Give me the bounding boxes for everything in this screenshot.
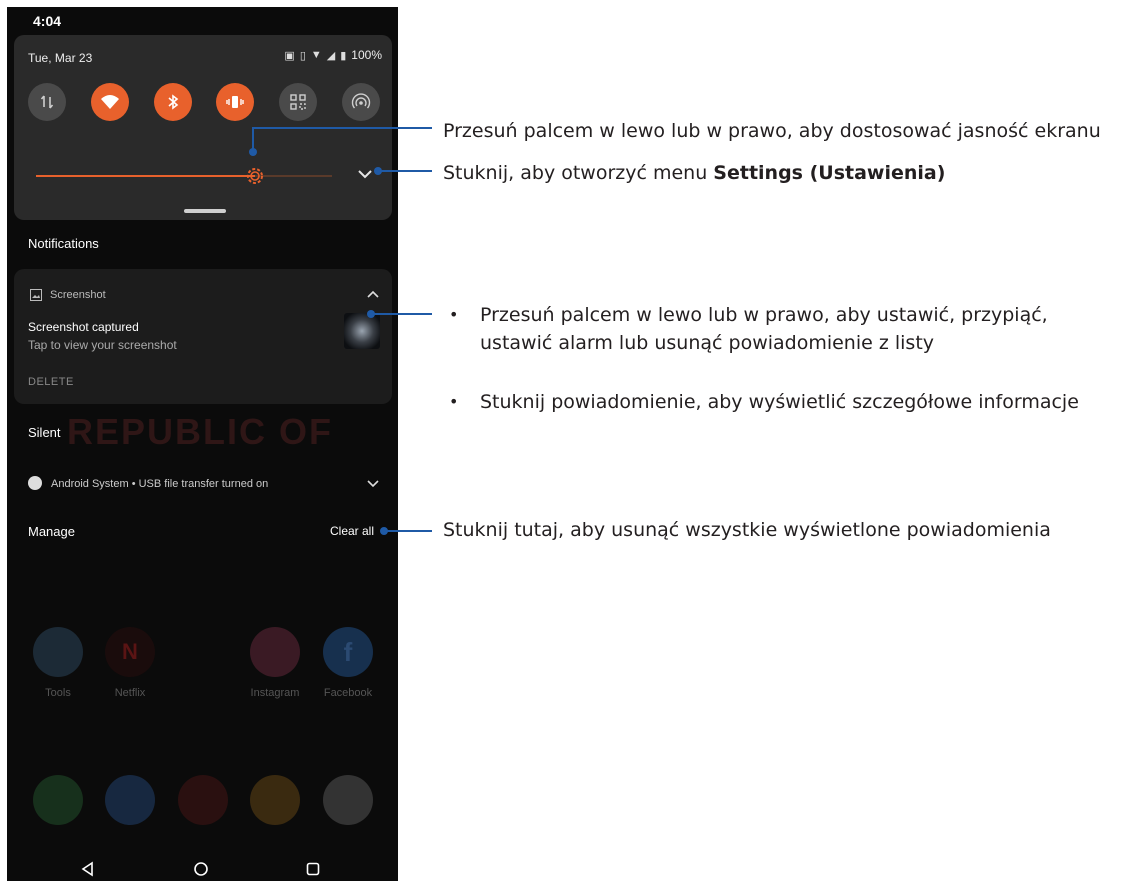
qs-tiles <box>28 83 380 121</box>
armoury-app-icon[interactable] <box>178 775 228 825</box>
wallpaper-text: REPUBLIC OF <box>67 411 334 452</box>
wifi-status-icon: ▼ <box>310 49 322 61</box>
tools-folder-icon[interactable] <box>33 627 83 677</box>
netflix-app-icon[interactable]: N <box>105 627 155 677</box>
callout-line-settings <box>378 170 432 172</box>
brightness-slider[interactable] <box>36 168 332 184</box>
callout-dot-brightness <box>249 148 257 156</box>
callout-dot-notification <box>367 310 375 318</box>
mobile-data-icon <box>40 95 54 109</box>
brightness-thumb[interactable] <box>244 165 266 187</box>
callout-settings-text: Stuknij, aby otworzyć menu <box>443 162 714 184</box>
chrome-app-icon[interactable] <box>250 775 300 825</box>
callout-settings: Stuknij, aby otworzyć menu Settings (Ust… <box>443 160 945 186</box>
phone-screen: 4:04 Tue, Mar 23 ▣ ▯ ▼ ◢ ▮ 100% Notifica… <box>7 7 398 881</box>
camera-app-icon[interactable] <box>323 775 373 825</box>
battery-icon: ▮ <box>340 49 347 62</box>
vibrate-icon <box>226 96 245 108</box>
bluetooth-icon <box>168 94 178 110</box>
vibrate-status-icon: ▯ <box>299 49 306 62</box>
screenshot-notification[interactable]: Screenshot Screenshot captured Tap to vi… <box>14 269 392 404</box>
expand-chevron-icon[interactable] <box>366 476 380 490</box>
delete-action-button[interactable]: DELETE <box>28 376 74 388</box>
callout-notif-tap: Stuknij powiadomienie, aby wyświetlić sz… <box>480 391 1079 413</box>
qr-scanner-icon <box>290 94 306 110</box>
wifi-icon <box>100 95 119 109</box>
silent-notification[interactable]: Android System • USB file transfer turne… <box>14 468 392 502</box>
notification-text: Tap to view your screenshot <box>28 338 177 352</box>
bluetooth-tile[interactable] <box>153 83 192 121</box>
app-label-netflix: Netflix <box>114 687 146 699</box>
instagram-app-icon[interactable] <box>250 627 300 677</box>
notification-app-row: Screenshot <box>30 289 106 301</box>
notification-title: Screenshot captured <box>28 320 139 334</box>
qs-date: Tue, Mar 23 <box>28 51 93 65</box>
facebook-app-icon[interactable]: f <box>323 627 373 677</box>
bullet-2: • <box>449 392 459 411</box>
nfc-icon: ▣ <box>284 49 295 62</box>
callout-line-brightness-h <box>252 127 432 129</box>
app-label-facebook: Facebook <box>323 687 373 699</box>
bullet-1: • <box>449 305 459 324</box>
callout-clear: Stuknij tutaj, aby usunąć wszystkie wyśw… <box>443 519 1051 541</box>
callout-brightness: Przesuń palcem w lewo lub w prawo, aby d… <box>443 120 1101 142</box>
silent-notification-text: Android System • USB file transfer turne… <box>51 478 269 490</box>
back-icon[interactable] <box>80 861 96 877</box>
collapse-chevron-icon[interactable] <box>366 287 380 301</box>
callout-line-notification <box>370 313 432 315</box>
vibrate-tile[interactable] <box>216 83 255 121</box>
callout-dot-clear <box>380 527 388 535</box>
callout-notif-swipe-2: ustawić alarm lub usunąć powiadomienie z… <box>480 332 935 354</box>
brightness-icon <box>247 168 264 184</box>
notifications-header: Notifications <box>28 236 99 251</box>
callout-settings-bold: Settings (Ustawienia) <box>713 162 946 184</box>
image-icon <box>30 289 42 301</box>
hotspot-tile[interactable] <box>341 83 380 121</box>
screenshot-thumbnail[interactable] <box>344 313 380 349</box>
home-icon[interactable] <box>193 861 209 877</box>
callout-line-clear <box>384 530 432 532</box>
recents-icon[interactable] <box>305 861 321 877</box>
status-time: 4:04 <box>33 13 62 29</box>
callout-notif-swipe-1: Przesuń palcem w lewo lub w prawo, aby u… <box>480 304 1048 326</box>
app-label-tools: Tools <box>45 687 71 699</box>
hotspot-icon <box>351 93 371 109</box>
manage-button[interactable]: Manage <box>28 524 75 539</box>
expand-settings-chevron-icon[interactable] <box>356 167 374 181</box>
app-label-instagram: Instagram <box>250 687 300 699</box>
phone-app-icon[interactable] <box>33 775 83 825</box>
brightness-fill <box>36 175 256 177</box>
messages-app-icon[interactable] <box>105 775 155 825</box>
signal-icon: ◢ <box>326 49 336 62</box>
clear-all-button[interactable]: Clear all <box>330 524 374 538</box>
battery-percent: 100% <box>351 48 382 62</box>
qr-scanner-tile[interactable] <box>279 83 318 121</box>
callout-dot-settings <box>374 167 382 175</box>
android-system-icon <box>28 476 42 490</box>
navigation-bar <box>7 855 398 881</box>
mobile-data-tile[interactable] <box>28 83 66 121</box>
qs-status-icons: ▣ ▯ ▼ ◢ ▮ 100% <box>284 48 382 62</box>
notification-app-name: Screenshot <box>50 289 106 301</box>
wifi-tile[interactable] <box>90 83 129 121</box>
drag-handle[interactable] <box>184 209 226 213</box>
silent-header: Silent <box>28 425 61 440</box>
